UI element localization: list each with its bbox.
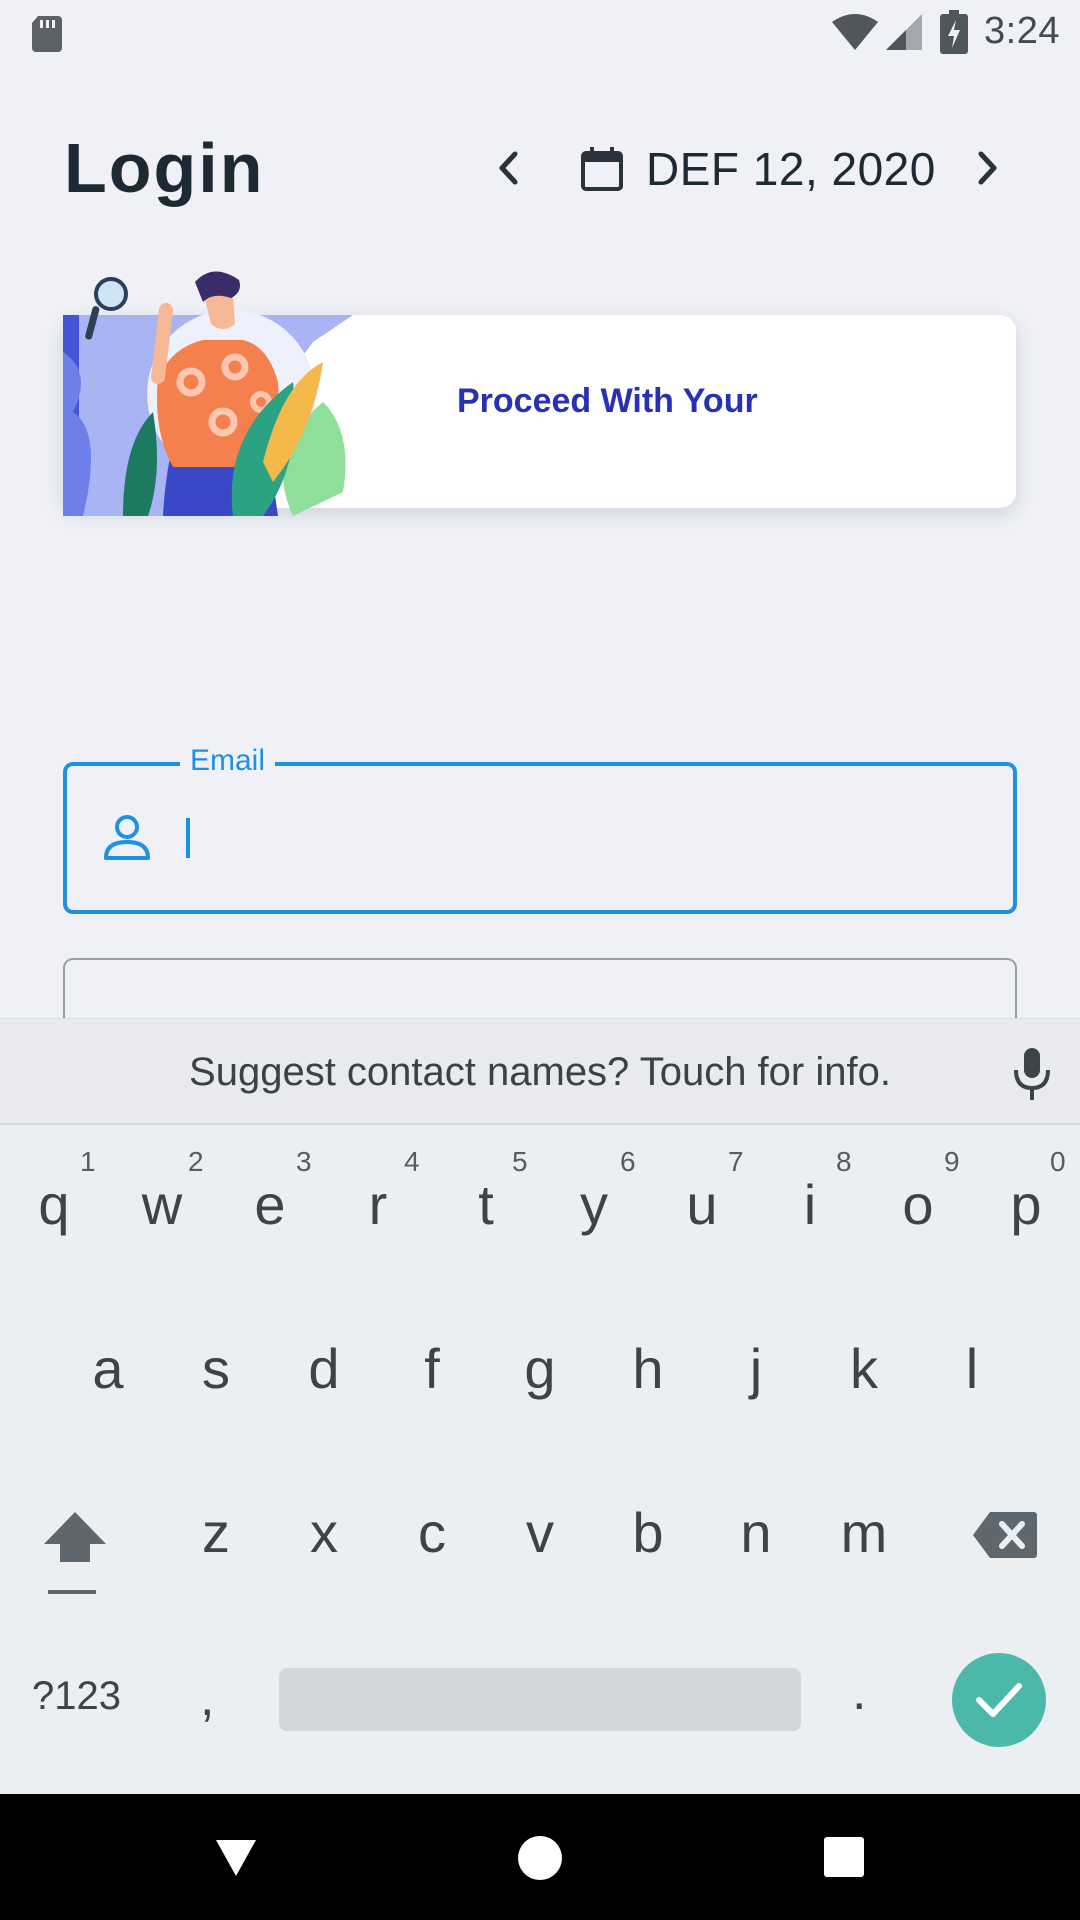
- home-icon[interactable]: [518, 1836, 562, 1880]
- key-m[interactable]: m: [810, 1500, 918, 1565]
- period-key[interactable]: .: [852, 1662, 866, 1722]
- banner-text: Proceed With Your: [457, 382, 758, 420]
- key-g[interactable]: g: [486, 1336, 594, 1401]
- key-q[interactable]: q: [0, 1172, 108, 1237]
- chevron-left-icon: [499, 151, 518, 185]
- suggestion-text[interactable]: Suggest contact names? Touch for info.: [0, 1050, 1080, 1095]
- calendar-icon: [581, 147, 623, 191]
- text-cursor: [186, 818, 190, 858]
- chevron-right-icon: [978, 151, 997, 185]
- date-label[interactable]: DEF 12, 2020: [646, 142, 936, 196]
- signal-icon: [886, 14, 922, 50]
- backspace-icon[interactable]: [972, 1510, 1038, 1560]
- person-icon: [104, 815, 150, 860]
- key-y[interactable]: y: [540, 1172, 648, 1237]
- key-r[interactable]: r: [324, 1172, 432, 1237]
- key-z[interactable]: z: [162, 1500, 270, 1565]
- key-l[interactable]: l: [918, 1336, 1026, 1401]
- key-i[interactable]: i: [756, 1172, 864, 1237]
- key-x[interactable]: x: [270, 1500, 378, 1565]
- battery-charging-icon: [940, 10, 968, 54]
- key-h[interactable]: h: [594, 1336, 702, 1401]
- key-a[interactable]: a: [54, 1336, 162, 1401]
- key-o[interactable]: o: [864, 1172, 972, 1237]
- key-j[interactable]: j: [702, 1336, 810, 1401]
- key-v[interactable]: v: [486, 1500, 594, 1565]
- person-magnifier-illustration: [63, 271, 353, 516]
- previous-date-button[interactable]: [480, 140, 536, 196]
- check-icon: [976, 1683, 1022, 1717]
- status-time: 3:24: [984, 10, 1060, 52]
- comma-key[interactable]: ,: [200, 1668, 214, 1728]
- status-bar: 3:24: [0, 0, 1080, 64]
- key-t[interactable]: t: [432, 1172, 540, 1237]
- key-f[interactable]: f: [378, 1336, 486, 1401]
- wifi-icon: [832, 14, 878, 50]
- key-d[interactable]: d: [270, 1336, 378, 1401]
- key-w[interactable]: w: [108, 1172, 216, 1237]
- key-b[interactable]: b: [594, 1500, 702, 1565]
- email-input[interactable]: [180, 808, 980, 868]
- key-p[interactable]: p: [972, 1172, 1080, 1237]
- key-c[interactable]: c: [378, 1500, 486, 1565]
- next-date-button[interactable]: [960, 140, 1016, 196]
- symbols-key[interactable]: ?123: [32, 1674, 121, 1719]
- key-u[interactable]: u: [648, 1172, 756, 1237]
- mic-icon[interactable]: [1012, 1046, 1052, 1102]
- email-label: Email: [180, 744, 276, 778]
- key-n[interactable]: n: [702, 1500, 810, 1565]
- recents-icon[interactable]: [824, 1837, 864, 1877]
- enter-key[interactable]: [952, 1653, 1046, 1747]
- key-k[interactable]: k: [810, 1336, 918, 1401]
- key-s[interactable]: s: [162, 1336, 270, 1401]
- page-title: Login: [64, 129, 265, 207]
- shift-icon[interactable]: [40, 1506, 110, 1596]
- suggestion-divider: [0, 1123, 1080, 1125]
- space-bar[interactable]: [279, 1668, 801, 1731]
- back-icon[interactable]: [214, 1838, 258, 1878]
- sd-card-icon: [32, 16, 62, 52]
- key-e[interactable]: e: [216, 1172, 324, 1237]
